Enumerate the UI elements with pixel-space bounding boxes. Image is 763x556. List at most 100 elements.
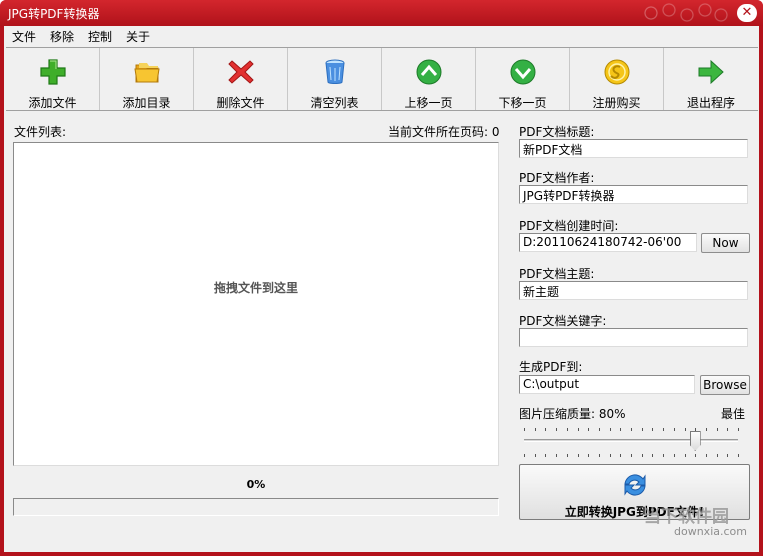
pdf-title-input[interactable]: 新PDF文档 [519,139,748,158]
file-list[interactable]: 拖拽文件到这里 [13,142,499,466]
clear-list-label: 清空列表 [310,96,359,110]
slider-tick [706,428,707,431]
pdf-author-label: PDF文档作者: [519,171,595,185]
slider-tick [706,454,707,457]
add-file-button[interactable]: 添加文件 [6,48,100,110]
window-title: JPG转PDF转换器 [8,7,100,21]
now-button[interactable]: Now [701,233,750,253]
slider-tick [599,454,600,457]
pdf-subject-input[interactable]: 新主题 [519,281,748,300]
watermark-sub: downxia.com [674,525,747,538]
slider-tick [685,454,686,457]
slider-tick [631,454,632,457]
slider-tick [642,428,643,431]
title-decoration [639,2,729,24]
menu-file[interactable]: 文件 [12,28,36,45]
slider-tick [738,428,739,431]
move-up-label: 上移一页 [404,96,453,110]
slider-tick [545,454,546,457]
add-folder-label: 添加目录 [122,96,171,110]
quality-label: 图片压缩质量: 80% [519,407,626,421]
move-down-button[interactable]: 下移一页 [476,48,570,110]
slider-tick [556,428,557,431]
output-dir-label: 生成PDF到: [519,360,583,374]
browse-button[interactable]: Browse [700,375,750,395]
slider-tick [674,454,675,457]
slider-tick [674,428,675,431]
quality-slider-thumb[interactable] [689,431,701,451]
app-window: JPG转PDF转换器 ✕ 文件 移除 控制 关于 添加文件 添加目录 删除文件 … [0,0,763,556]
coin-icon [604,59,630,85]
slider-tick [717,454,718,457]
exit-button[interactable]: 退出程序 [664,48,758,110]
slider-tick [567,428,568,431]
close-button[interactable]: ✕ [737,4,757,22]
slider-tick [738,454,739,457]
slider-tick [663,454,664,457]
menu-remove[interactable]: 移除 [50,28,74,45]
add-folder-button[interactable]: 添加目录 [100,48,194,110]
plus-icon [40,59,66,85]
pdf-title-label: PDF文档标题: [519,125,595,139]
slider-tick [588,454,589,457]
slider-tick [567,454,568,457]
delete-x-icon [228,60,254,84]
menu-about[interactable]: 关于 [126,28,150,45]
pdf-keywords-input[interactable] [519,328,748,347]
delete-file-button[interactable]: 删除文件 [194,48,288,110]
slider-tick [524,454,525,457]
folder-icon [134,63,160,83]
slider-tick [727,454,728,457]
move-up-button[interactable]: 上移一页 [382,48,476,110]
pdf-keywords-label: PDF文档关键字: [519,314,607,328]
register-button[interactable]: 注册购买 [570,48,664,110]
slider-tick [545,428,546,431]
move-down-label: 下移一页 [498,96,547,110]
slider-tick [652,428,653,431]
slider-tick [610,428,611,431]
arrow-down-icon [510,59,536,85]
slider-tick [727,428,728,431]
add-file-label: 添加文件 [28,96,77,110]
client-area: 文件 移除 控制 关于 添加文件 添加目录 删除文件 清空列表 上移一页 下移一… [4,26,759,552]
slider-tick [588,428,589,431]
progress-bar [13,498,499,516]
slider-tick [695,428,696,431]
slider-tick [717,428,718,431]
pdf-author-input[interactable]: JPG转PDF转换器 [519,185,748,204]
slider-tick [652,454,653,457]
slider-tick [535,454,536,457]
exit-label: 退出程序 [686,96,735,110]
pdf-created-label: PDF文档创建时间: [519,219,619,233]
current-page-label: 当前文件所在页码: 0 [388,125,500,139]
slider-tick [620,454,621,457]
arrow-up-icon [416,59,442,85]
menu-control[interactable]: 控制 [88,28,112,45]
site-watermark: 当下软件园 downxia.com [644,502,752,542]
quality-slider-track[interactable] [524,439,738,442]
slider-tick [610,454,611,457]
convert-refresh-icon [624,474,646,496]
slider-tick [578,454,579,457]
slider-tick [535,428,536,431]
slider-tick [524,428,525,431]
slider-tick [631,428,632,431]
exit-arrow-icon [698,59,724,85]
slider-tick [685,428,686,431]
title-bar[interactable]: JPG转PDF转换器 ✕ [0,0,763,26]
slider-tick [599,428,600,431]
pdf-created-input[interactable]: D:20110624180742-06'00 [519,233,697,252]
pdf-subject-label: PDF文档主题: [519,267,595,281]
menu-bar: 文件 移除 控制 关于 [4,26,759,46]
quality-best-label: 最佳 [721,407,746,421]
slider-tick [578,428,579,431]
progress-percent: 0% [246,478,266,491]
slider-tick [620,428,621,431]
file-list-label: 文件列表: [14,125,67,139]
output-dir-input[interactable]: C:\output [519,375,695,394]
register-label: 注册购买 [592,96,641,110]
watermark-main: 当下软件园 [644,507,729,527]
drop-hint: 拖拽文件到这里 [213,281,298,295]
clear-list-button[interactable]: 清空列表 [288,48,382,110]
slider-tick [642,454,643,457]
